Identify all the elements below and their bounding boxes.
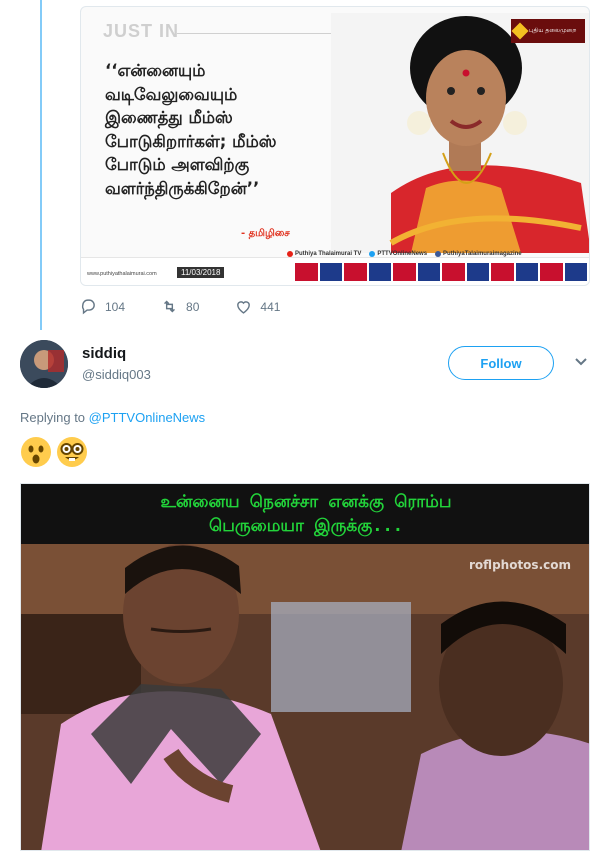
replying-to-line: Replying to @PTTVOnlineNews	[20, 410, 205, 425]
social-youtube: Puthiya Thalaimurai TV	[287, 251, 361, 257]
astonished-face-icon	[21, 437, 51, 467]
logo-mark-icon	[511, 22, 529, 40]
facebook-icon	[435, 251, 442, 257]
replying-prefix: Replying to	[20, 410, 86, 425]
meme-caption-line: பெருமையா இருக்கு...	[209, 516, 403, 536]
like-button[interactable]: 441	[235, 298, 280, 315]
meme-caption-line: உன்னைய நெனச்சா எனக்கு ரொம்ப	[160, 492, 452, 512]
twitter-icon	[369, 251, 376, 257]
user-handle[interactable]: @siddiq003	[82, 367, 151, 382]
nerd-face-icon	[57, 437, 87, 467]
user-name[interactable]: siddiq	[82, 345, 126, 362]
just-in-label: JUST IN	[103, 21, 180, 41]
reply-icon	[81, 299, 95, 315]
channel-ticker-strip	[295, 263, 587, 281]
retweet-count: 80	[186, 299, 200, 314]
portrait-photo	[331, 13, 589, 253]
avatar[interactable]	[20, 340, 68, 388]
social-twitter: PTTVOnlineNews	[369, 251, 427, 257]
heart-icon	[237, 301, 251, 314]
channel-logo: புதிய தலைமுறை	[511, 19, 585, 43]
chevron-down-icon[interactable]	[574, 355, 588, 369]
tweet-actions: 104 80 441	[80, 298, 280, 315]
logo-text: புதிய தலைமுறை	[529, 27, 577, 34]
retweet-button[interactable]: 80	[161, 298, 199, 315]
social-facebook: PuthiyaTalaimuraimagazine	[435, 251, 522, 257]
reply-count: 104	[105, 299, 126, 314]
follow-button[interactable]: Follow	[448, 346, 554, 380]
reply-button[interactable]: 104	[80, 298, 125, 315]
quote-source: - தமிழிசை	[241, 228, 290, 239]
watermark: roflphotos.com	[469, 558, 571, 572]
replying-to-link[interactable]: @PTTVOnlineNews	[89, 410, 206, 425]
social-handles: Puthiya Thalaimurai TV PTTVOnlineNews Pu…	[287, 251, 522, 257]
like-count: 441	[260, 299, 281, 314]
youtube-icon	[287, 251, 293, 257]
date-label: 11/03/2018	[177, 267, 225, 278]
quoted-news-card-image[interactable]: JUST IN ‘‘என்னையும் வடிவேலுவையும் இணைத்த…	[80, 6, 590, 286]
meme-image[interactable]: உன்னைய நெனச்சா எனக்கு ரொம்ப பெருமையா இரு…	[20, 483, 590, 851]
retweet-icon	[164, 300, 175, 313]
reply-emojis	[20, 436, 88, 468]
thread-connector-line	[40, 0, 42, 330]
meme-caption: உன்னைய நெனச்சா எனக்கு ரொம்ப பெருமையா இரு…	[21, 484, 589, 544]
website-label: www.puthiyathalaimurai.com	[87, 271, 157, 277]
